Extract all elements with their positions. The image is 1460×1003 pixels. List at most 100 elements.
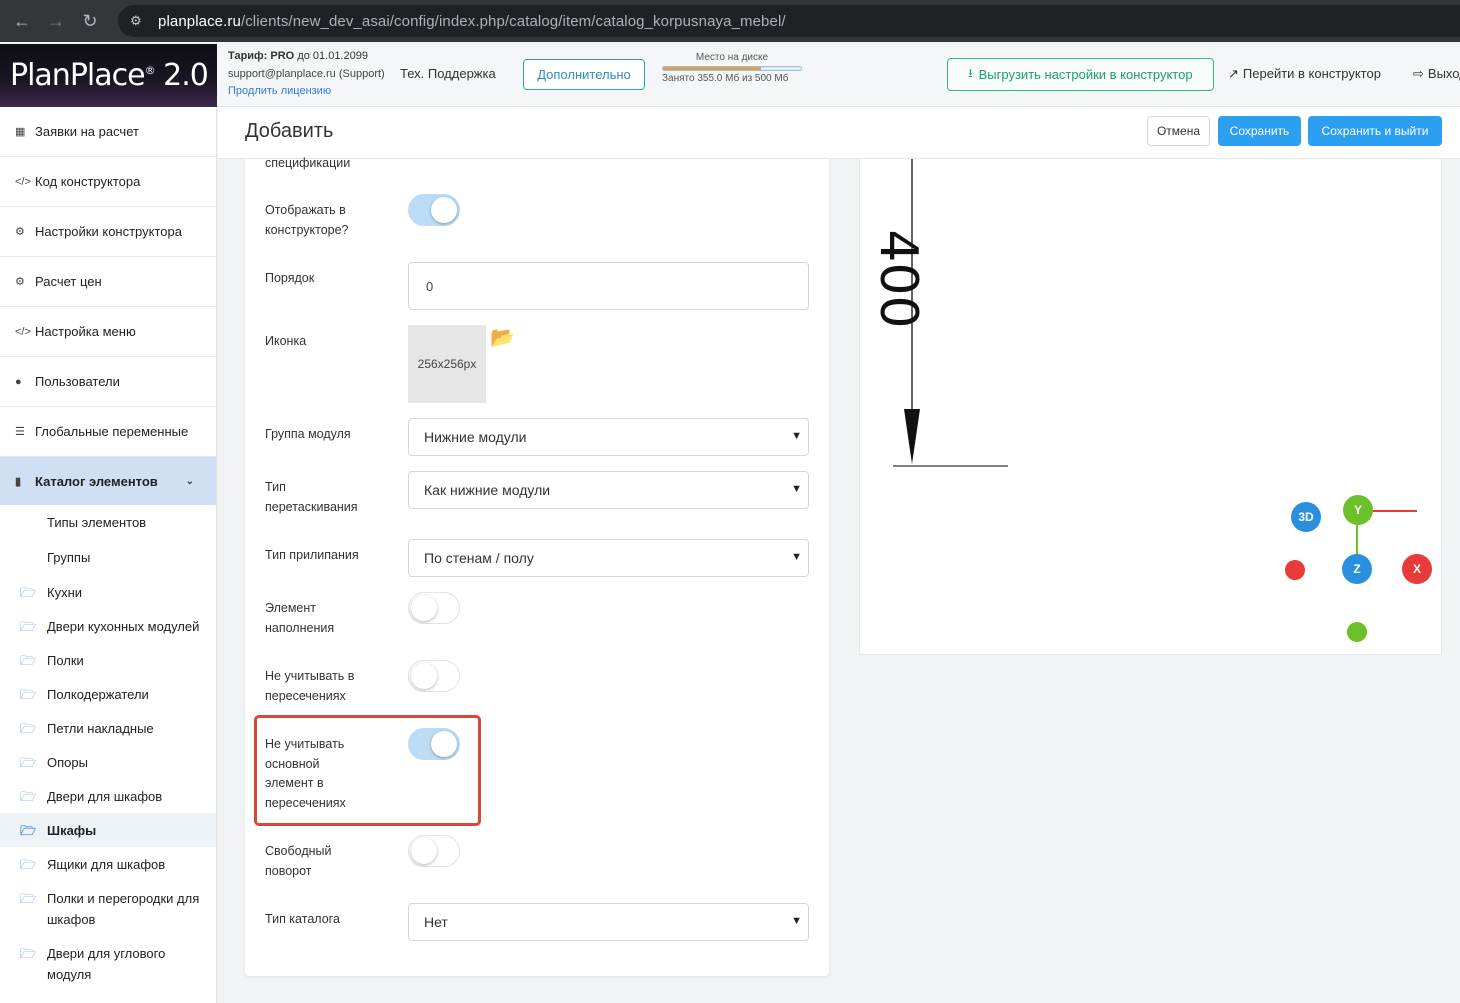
logout-link[interactable]: ⇨Выход [1413, 66, 1460, 82]
catalog-type-select[interactable]: Нет ▼ [408, 903, 809, 941]
sidebar-folder-shelf-holders[interactable]: 🗁 Полкодержатели [0, 677, 216, 711]
sign-out-icon: ⇨ [1413, 66, 1424, 81]
save-and-exit-button[interactable]: Сохранить и выйти [1308, 116, 1442, 146]
disk-progress-fill [663, 67, 761, 70]
upload-icon: ⭳ [968, 66, 973, 80]
show-in-constructor-toggle[interactable] [408, 194, 460, 226]
sidebar-folder-kitchens[interactable]: 🗁 Кухни [0, 575, 216, 609]
save-button[interactable]: Сохранить [1218, 116, 1301, 146]
goto-constructor-link[interactable]: ↗ Перейти в конструктор [1228, 66, 1381, 82]
sidebar-folder-shelves[interactable]: 🗁 Полки [0, 643, 216, 677]
sidebar-item-constructor-code[interactable]: </> Код конструктора [0, 157, 216, 207]
stick-type-label: Тип прилипания [265, 548, 359, 562]
app-header: PlanPlace® 2.0 Тариф: PRO до 01.01.2099 … [0, 44, 1460, 107]
more-button[interactable]: Дополнительно [523, 59, 645, 90]
browser-toolbar: ← → ↻ ⚙ planplace.ru/clients/new_dev_asa… [0, 0, 1460, 42]
sidebar: ▦ Заявки на расчет </> Код конструктора ⚙ Н… [0, 107, 217, 1003]
sidebar-folder-kitchen-doors[interactable]: 🗁 Двери кухонных модулей [0, 609, 216, 643]
gears-icon: ⚙ [15, 226, 25, 238]
ignore-intersections-toggle[interactable] [408, 660, 460, 692]
list-icon: ☰ [15, 426, 25, 438]
folder-open-icon: 🗁 [20, 721, 37, 736]
user-icon: ● [15, 375, 22, 388]
export-settings-button[interactable]: ⭳ Выгрузить настройки в конструктор [947, 58, 1214, 91]
folder-open-icon: 🗁 [20, 653, 37, 668]
spec-label-tail: спецификации [265, 156, 351, 170]
disk-progress-bar [662, 66, 802, 71]
code-icon: </> [15, 175, 31, 188]
url-text: planplace.ru/clients/new_dev_asai/config… [158, 12, 786, 30]
show-in-constructor-label: Отображать в конструкторе? [265, 203, 349, 237]
drag-type-label: Тип перетаскивания [265, 480, 358, 514]
folder-open-icon: 🗁 [20, 891, 37, 906]
tech-support-link[interactable]: Тех. Поддержка [400, 66, 496, 81]
sidebar-folder-cabinet-doors[interactable]: 🗁 Двери для шкафов [0, 779, 216, 813]
tariff-info: Тариф: PRO до 01.01.2099 [228, 50, 368, 62]
sidebar-folder-cabinet-shelves[interactable]: 🗁 Полки и перегородки для шкафов [0, 881, 216, 936]
sidebar-item-price-calc[interactable]: ⚙ Расчет цен [0, 257, 216, 307]
sidebar-subitem-element-types[interactable]: Типы элементов [0, 505, 216, 540]
file-icon: ▦ [15, 126, 26, 138]
back-arrow-icon[interactable]: ← [10, 9, 34, 33]
sidebar-item-users[interactable]: ● Пользователи [0, 357, 216, 407]
chevron-down-icon: ▼ [791, 915, 802, 927]
logo[interactable]: PlanPlace® 2.0 [0, 44, 217, 107]
site-settings-icon[interactable]: ⚙ [130, 13, 148, 29]
axis-z-button[interactable]: Z [1342, 554, 1372, 584]
icon-upload-preview[interactable]: 256x256px [408, 325, 486, 403]
toggle-knob [411, 663, 437, 689]
sidebar-folder-supports[interactable]: 🗁 Опоры [0, 745, 216, 779]
book-icon: ▮ [15, 475, 22, 488]
chevron-down-icon: ▼ [791, 551, 802, 563]
view-3d-button[interactable]: 3D [1291, 502, 1321, 532]
sidebar-item-menu-settings[interactable]: </> Настройка меню [0, 307, 216, 357]
support-email: support@planplace.ru (Support) [228, 68, 385, 80]
order-label: Порядок [265, 271, 315, 285]
axis-y-button[interactable]: Y [1343, 495, 1373, 525]
folder-open-icon: 🗁 [20, 946, 37, 961]
drag-type-select[interactable]: Как нижние модули ▼ [408, 471, 809, 509]
reload-icon[interactable]: ↻ [78, 9, 102, 33]
sidebar-item-constructor-settings[interactable]: ⚙ Настройки конструктора [0, 207, 216, 257]
address-bar[interactable]: ⚙ planplace.ru/clients/new_dev_asai/conf… [118, 5, 1460, 37]
folder-open-icon[interactable]: 📂 [490, 325, 515, 350]
fill-element-label: Элемент наполнения [265, 601, 335, 635]
logo-text: PlanPlace® 2.0 [10, 58, 209, 93]
sidebar-folder-cabinet-drawers[interactable]: 🗁 Ящики для шкафов [0, 847, 216, 881]
cancel-button[interactable]: Отмена [1147, 116, 1210, 146]
sidebar-folder-cabinets[interactable]: 🗁 Шкафы [0, 813, 216, 847]
toggle-knob [431, 731, 457, 757]
folder-open-icon: 🗁 [20, 755, 37, 770]
page-title: Добавить [245, 120, 334, 142]
renew-license-link[interactable]: Продлить лицензию [228, 85, 331, 97]
sidebar-item-requests[interactable]: ▦ Заявки на расчет [0, 107, 216, 157]
disk-usage: Место на диске Занято 355.0 Мб из 500 Мб [662, 52, 802, 84]
order-input[interactable]: 0 [408, 262, 809, 310]
sidebar-folder-hinges[interactable]: 🗁 Петли накладные [0, 711, 216, 745]
catalog-type-label: Тип каталога [265, 912, 340, 926]
sidebar-subitem-groups[interactable]: Группы [0, 540, 216, 575]
ignore-main-intersections-label: Не учитывать основной элемент в пересече… [265, 737, 346, 810]
forward-arrow-icon[interactable]: → [44, 9, 68, 33]
disk-title: Место на диске [695, 52, 769, 63]
ignore-main-intersections-toggle[interactable] [408, 728, 460, 760]
chevron-down-icon: ▼ [791, 430, 802, 442]
axis-x-button[interactable]: X [1402, 554, 1432, 584]
toggle-knob [411, 838, 437, 864]
folder-open-icon: 🗁 [20, 789, 37, 804]
free-rotation-toggle[interactable] [408, 835, 460, 867]
chevron-down-icon: ⌄ [185, 475, 194, 487]
folder-open-icon: 🗁 [20, 619, 37, 634]
toggle-knob [411, 595, 437, 621]
stick-type-select[interactable]: По стенам / полу ▼ [408, 539, 809, 577]
axis-neg-y-dot[interactable] [1347, 622, 1367, 642]
sidebar-item-global-vars[interactable]: ☰ Глобальные переменные [0, 407, 216, 457]
module-group-label: Группа модуля [265, 427, 351, 441]
module-group-select[interactable]: Нижние модули ▼ [408, 418, 809, 456]
external-link-icon: ↗ [1228, 66, 1239, 81]
sidebar-item-catalog[interactable]: ▮ Каталог элементов ⌄ [0, 457, 216, 505]
sidebar-folder-corner-doors[interactable]: 🗁 Двери для углового модуля [0, 936, 216, 991]
model-preview[interactable]: 400 3D Y Z X [859, 159, 1442, 655]
fill-element-toggle[interactable] [408, 592, 460, 624]
axis-neg-x-dot[interactable] [1285, 560, 1305, 580]
